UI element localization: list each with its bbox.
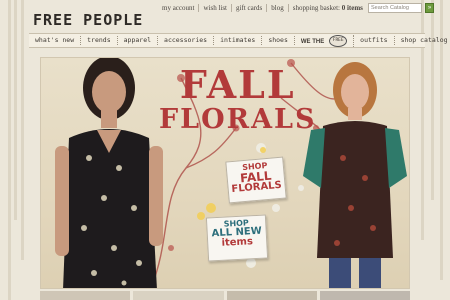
shop-fall-florals-button[interactable]: SHOP FALL FLORALS: [225, 156, 287, 204]
free-people-logo[interactable]: FREE PEOPLE: [33, 11, 143, 29]
nav-we-the-free[interactable]: WE THE FREE: [295, 34, 355, 47]
model-right-image: [303, 62, 407, 288]
gift-cards-link[interactable]: gift cards: [232, 4, 268, 12]
search-go-button[interactable]: »: [425, 3, 434, 13]
paint-drip: [431, 0, 434, 200]
shop-all-new-items-button[interactable]: SHOP ALL NEW items: [205, 214, 269, 262]
nav-whats-new[interactable]: what's new: [29, 36, 82, 45]
promo-thumbnail[interactable]: [226, 291, 317, 300]
blog-link[interactable]: blog: [267, 4, 289, 12]
hero-banner[interactable]: FALL FLORALS SHOP FALL FLORALS SHOP ALL …: [40, 57, 410, 289]
main-nav: what's new trends apparel accessories in…: [29, 33, 448, 48]
paint-drip: [21, 0, 24, 260]
cta1-line3: FLORALS: [231, 179, 283, 196]
shopping-basket-link[interactable]: shopping basket: 0 items: [289, 4, 367, 12]
search-input[interactable]: Search Catalog: [368, 3, 422, 13]
wish-list-link[interactable]: wish list: [199, 4, 233, 12]
basket-count: 0 items: [341, 4, 363, 12]
promo-thumbnail[interactable]: [133, 291, 224, 300]
nav-trends[interactable]: trends: [81, 36, 118, 45]
promo-thumbnail[interactable]: [40, 291, 131, 300]
we-the-label: WE THE: [300, 38, 325, 45]
utility-nav: my account wish list gift cards blog sho…: [158, 4, 367, 12]
nav-intimates[interactable]: intimates: [214, 36, 263, 45]
nav-accessories[interactable]: accessories: [158, 36, 215, 45]
nav-outfits[interactable]: outfits: [354, 36, 395, 45]
nav-shop-catalog[interactable]: shop catalog: [395, 36, 450, 45]
free-badge-icon: FREE: [329, 34, 348, 47]
paint-drip: [8, 0, 11, 300]
model-left-image: [55, 58, 163, 288]
nav-shoes[interactable]: shoes: [262, 36, 295, 45]
paint-drip: [14, 0, 17, 220]
basket-label: shopping basket:: [292, 4, 340, 12]
nav-apparel[interactable]: apparel: [118, 36, 159, 45]
promo-thumbnail[interactable]: [319, 291, 410, 300]
my-account-link[interactable]: my account: [158, 4, 200, 12]
promo-thumbnail-strip: [40, 291, 410, 300]
